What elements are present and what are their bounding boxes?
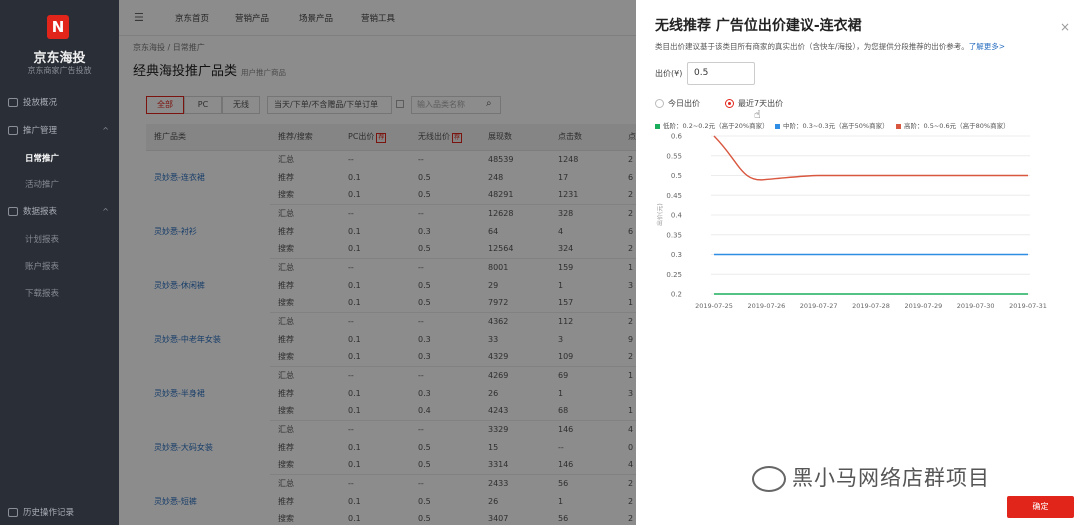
sidebar-item-label: 计划报表 bbox=[25, 235, 60, 245]
logo: N bbox=[47, 15, 69, 39]
history-log-link[interactable]: 历史操作记录 bbox=[8, 506, 74, 518]
sidebar-item-7[interactable]: 下载报表 bbox=[0, 281, 119, 307]
y-axis-label: 出价(元) bbox=[656, 203, 664, 226]
sidebar-item-label: 账户报表 bbox=[25, 262, 60, 272]
x-tick-label: 2019-07-29 bbox=[904, 302, 942, 310]
sidebar-item-label: 活动推广 bbox=[25, 180, 60, 190]
series-line-2 bbox=[713, 135, 1028, 181]
chevron-up-icon: ^ bbox=[102, 126, 109, 135]
y-tick-label: 0.4 bbox=[671, 212, 683, 220]
x-tick-label: 2019-07-27 bbox=[800, 302, 838, 310]
history-log-label: 历史操作记录 bbox=[23, 508, 75, 518]
y-tick-label: 0.45 bbox=[666, 192, 682, 200]
y-tick-label: 0.6 bbox=[671, 133, 683, 141]
chart-icon bbox=[8, 207, 18, 216]
sidebar-item-1[interactable]: 推广管理 ^ bbox=[0, 118, 119, 144]
watermark: 黑小马网络店群项目 bbox=[752, 462, 990, 492]
sidebar-item-2[interactable]: 日常推广 bbox=[0, 146, 119, 172]
y-tick-label: 0.25 bbox=[666, 271, 682, 279]
modal-overlay[interactable] bbox=[119, 0, 636, 525]
sidebar-item-0[interactable]: 投放概况 bbox=[0, 90, 119, 116]
sidebar-item-label: 投放概况 bbox=[23, 98, 58, 108]
y-tick-label: 0.55 bbox=[666, 152, 682, 160]
sidebar-item-label: 数据报表 bbox=[23, 207, 58, 217]
y-tick-label: 0.35 bbox=[666, 231, 682, 239]
x-tick-label: 2019-07-28 bbox=[852, 302, 890, 310]
confirm-button[interactable]: 确定 bbox=[1007, 496, 1074, 518]
y-tick-label: 0.5 bbox=[671, 172, 682, 180]
y-tick-label: 0.2 bbox=[671, 291, 682, 299]
chevron-up-icon: ^ bbox=[102, 207, 109, 216]
history-icon bbox=[8, 508, 18, 517]
x-tick-label: 2019-07-30 bbox=[957, 302, 995, 310]
monitor-icon bbox=[8, 98, 18, 107]
sidebar-item-label: 下载报表 bbox=[25, 289, 60, 299]
x-tick-label: 2019-07-31 bbox=[1009, 302, 1047, 310]
sidebar-item-6[interactable]: 账户报表 bbox=[0, 254, 119, 280]
sidebar-item-4[interactable]: 数据报表 ^ bbox=[0, 199, 119, 225]
sidebar-item-3[interactable]: 活动推广 bbox=[0, 172, 119, 198]
wechat-icon bbox=[752, 466, 786, 492]
brand-subtitle: 京东商家广告投放 bbox=[27, 66, 92, 75]
sidebar-item-label: 推广管理 bbox=[23, 126, 58, 136]
bid-chart: 0.6 0.55 0.5 0.45 0.4 0.35 0.3 0.25 0.2 出价(元) 2019… bbox=[656, 133, 1047, 311]
x-tick-label: 2019-07-26 bbox=[747, 302, 785, 310]
y-tick-label: 0.3 bbox=[671, 251, 682, 259]
x-tick-label: 2019-07-25 bbox=[695, 302, 733, 310]
bid-suggestion-drawer: 无线推荐 广告位出价建议-连衣裙 × 类目出价建议基于该类目所有商家的真实出价（… bbox=[636, 0, 1080, 525]
sidebar: N 京东海投 京东商家广告投放 投放概况推广管理 ^ 日常推广活动推广数据报表 ^ 计划… bbox=[0, 0, 119, 525]
brand-name: 京东海投 bbox=[33, 51, 86, 66]
sidebar-item-5[interactable]: 计划报表 bbox=[0, 227, 119, 253]
folder-icon bbox=[8, 126, 18, 135]
sidebar-item-label: 日常推广 bbox=[25, 154, 60, 164]
